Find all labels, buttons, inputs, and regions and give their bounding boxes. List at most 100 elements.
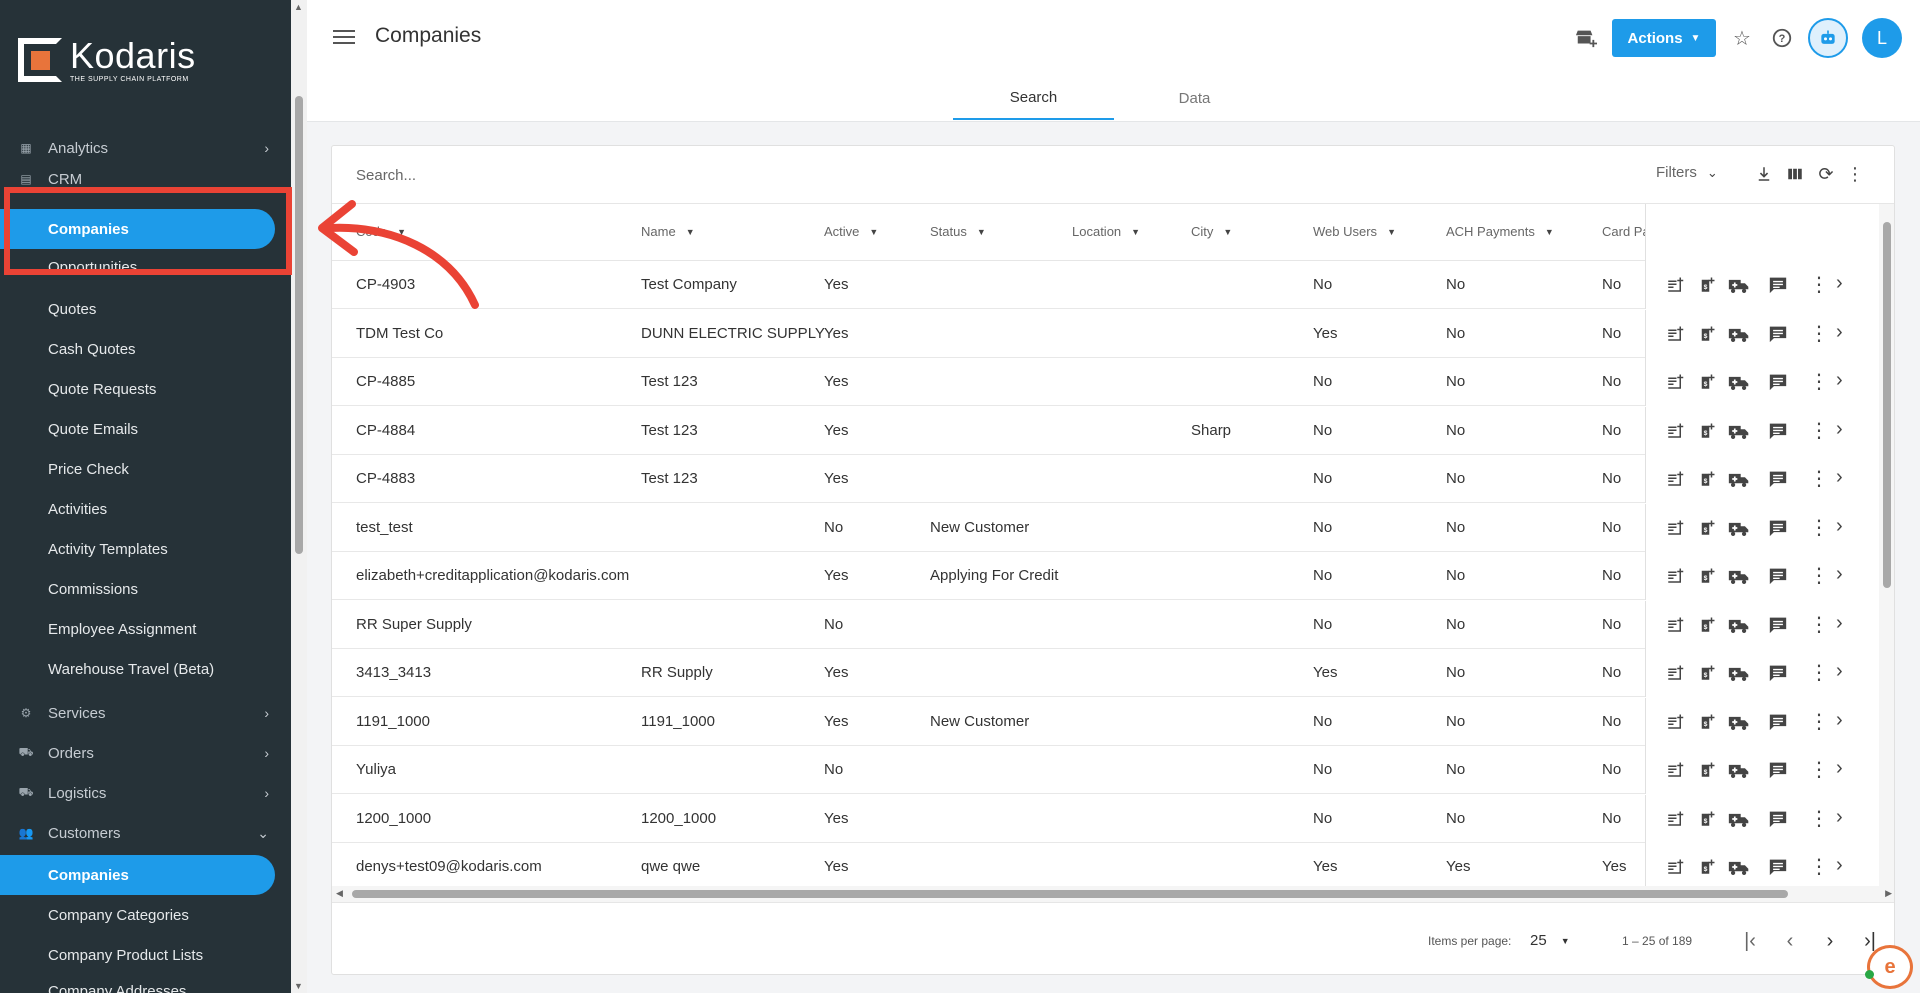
add-note-icon[interactable] [1666,761,1684,784]
add-payment-icon[interactable]: $ [1698,519,1716,542]
add-payment-icon[interactable]: $ [1698,422,1716,445]
add-payment-icon[interactable]: $ [1698,664,1716,687]
comment-icon[interactable] [1768,761,1788,784]
comment-icon[interactable] [1768,519,1788,542]
scroll-right-icon[interactable]: ▶ [1885,888,1892,899]
sidebar-item-customers-companies[interactable]: Companies [0,855,275,895]
add-shipment-icon[interactable] [1728,713,1750,736]
comment-icon[interactable] [1768,422,1788,445]
chevron-right-icon[interactable]: › [1836,612,1843,635]
sidebar-item-analytics[interactable]: ▦ Analytics › [0,128,291,168]
add-payment-icon[interactable]: $ [1698,616,1716,639]
comment-icon[interactable] [1768,664,1788,687]
table-horizontal-scroll-thumb[interactable] [352,890,1788,898]
add-shipment-icon[interactable] [1728,616,1750,639]
table-row[interactable]: TDM Test Co DUNN ELECTRIC SUPPLY Yes Yes No N… [332,309,1879,358]
add-note-icon[interactable] [1666,325,1684,348]
add-note-icon[interactable] [1666,373,1684,396]
previous-page-icon[interactable]: ‹ [1778,929,1802,953]
add-shipment-icon[interactable] [1728,567,1750,590]
chevron-right-icon[interactable]: › [1836,854,1843,877]
sidebar-item-activities[interactable]: Activities [0,489,291,529]
add-shipment-icon[interactable] [1728,664,1750,687]
column-header-status[interactable]: Status ▼ [930,224,986,239]
sidebar-item-commissions[interactable]: Commissions [0,569,291,609]
more-vert-icon[interactable]: ⋮ [1809,563,1829,588]
comment-icon[interactable] [1768,810,1788,833]
help-icon[interactable]: ? [1769,25,1795,51]
sidebar-item-quote-emails[interactable]: Quote Emails [0,409,291,449]
sidebar-item-quote-requests[interactable]: Quote Requests [0,369,291,409]
add-shipment-icon[interactable] [1728,276,1750,299]
add-shipment-icon[interactable] [1728,810,1750,833]
tab-search[interactable]: Search [953,76,1114,120]
more-vert-icon[interactable]: ⋮ [1809,466,1829,491]
column-header-name[interactable]: Name ▼ [641,224,695,239]
chevron-right-icon[interactable]: › [1836,272,1843,295]
table-vertical-scroll-thumb[interactable] [1883,222,1891,588]
chevron-right-icon[interactable]: › [1836,418,1843,441]
hamburger-menu-icon[interactable] [333,26,355,48]
comment-icon[interactable] [1768,858,1788,881]
add-payment-icon[interactable]: $ [1698,761,1716,784]
sidebar-item-company-addresses[interactable]: Company Addresses [0,975,291,993]
more-vert-icon[interactable]: ⋮ [1809,806,1829,831]
more-vert-icon[interactable]: ⋮ [1843,162,1867,186]
add-note-icon[interactable] [1666,858,1684,881]
table-row[interactable]: CP-4883 Test 123 Yes No No No $ ⋮ › [332,455,1879,503]
search-input[interactable] [356,162,756,188]
refresh-icon[interactable]: ⟳ [1814,162,1838,186]
sidebar-item-employee-assignment[interactable]: Employee Assignment [0,609,291,649]
download-icon[interactable] [1752,162,1776,186]
column-header-city[interactable]: City ▼ [1191,224,1232,239]
chevron-right-icon[interactable]: › [1836,757,1843,780]
add-shipment-icon[interactable] [1728,858,1750,881]
column-header-card-payments[interactable]: Card Pa [1602,224,1650,239]
add-shipment-icon[interactable] [1728,761,1750,784]
sidebar-item-orders[interactable]: ⛟ Orders › [0,733,291,773]
chevron-right-icon[interactable]: › [1836,660,1843,683]
star-icon[interactable]: ☆ [1729,25,1755,51]
first-page-icon[interactable]: |‹ [1738,929,1762,953]
scroll-left-icon[interactable]: ◀ [336,888,343,899]
table-row[interactable]: elizabeth+creditapplication@kodaris.com Y… [332,552,1879,600]
table-horizontal-scrollbar[interactable]: ◀ ▶ [332,886,1894,902]
table-row[interactable]: test_test No New Customer No No No $ ⋮ › [332,503,1879,552]
add-payment-icon[interactable]: $ [1698,858,1716,881]
chevron-right-icon[interactable]: › [1836,466,1843,489]
add-payment-icon[interactable]: $ [1698,276,1716,299]
add-payment-icon[interactable]: $ [1698,325,1716,348]
add-note-icon[interactable] [1666,713,1684,736]
items-per-page-select[interactable]: 25 ▼ [1530,932,1570,949]
add-payment-icon[interactable]: $ [1698,713,1716,736]
add-shipment-icon[interactable] [1728,519,1750,542]
column-header-web-users[interactable]: Web Users ▼ [1313,224,1396,239]
sidebar-item-warehouse-travel[interactable]: Warehouse Travel (Beta) [0,649,291,689]
sidebar-item-logistics[interactable]: ⛟ Logistics › [0,773,291,813]
add-shipment-icon[interactable] [1728,422,1750,445]
sidebar-scroll-thumb[interactable] [295,96,303,554]
sidebar-item-activity-templates[interactable]: Activity Templates [0,529,291,569]
add-note-icon[interactable] [1666,470,1684,493]
add-note-icon[interactable] [1666,567,1684,590]
tab-data[interactable]: Data [1114,76,1275,120]
add-payment-icon[interactable]: $ [1698,373,1716,396]
column-header-location[interactable]: Location ▼ [1072,224,1140,239]
add-shipment-icon[interactable] [1728,325,1750,348]
sidebar-item-customers[interactable]: 👥 Customers ⌄ [0,813,291,853]
table-row[interactable]: 1191_1000 1191_1000 Yes New Customer No No No $… [332,697,1879,746]
scroll-down-icon[interactable]: ▼ [294,981,303,991]
filters-button[interactable]: Filters ⌄ [1656,164,1718,181]
more-vert-icon[interactable]: ⋮ [1809,272,1829,297]
add-note-icon[interactable] [1666,276,1684,299]
comment-icon[interactable] [1768,373,1788,396]
assistant-bot-icon[interactable] [1808,18,1848,58]
add-payment-icon[interactable]: $ [1698,470,1716,493]
comment-icon[interactable] [1768,567,1788,590]
add-note-icon[interactable] [1666,422,1684,445]
sidebar-item-price-check[interactable]: Price Check [0,449,291,489]
table-row[interactable]: CP-4885 Test 123 Yes No No No $ ⋮ › [332,358,1879,406]
chevron-right-icon[interactable]: › [1836,806,1843,829]
table-row[interactable]: RR Super Supply No No No No $ ⋮ › [332,600,1879,649]
add-note-icon[interactable] [1666,519,1684,542]
